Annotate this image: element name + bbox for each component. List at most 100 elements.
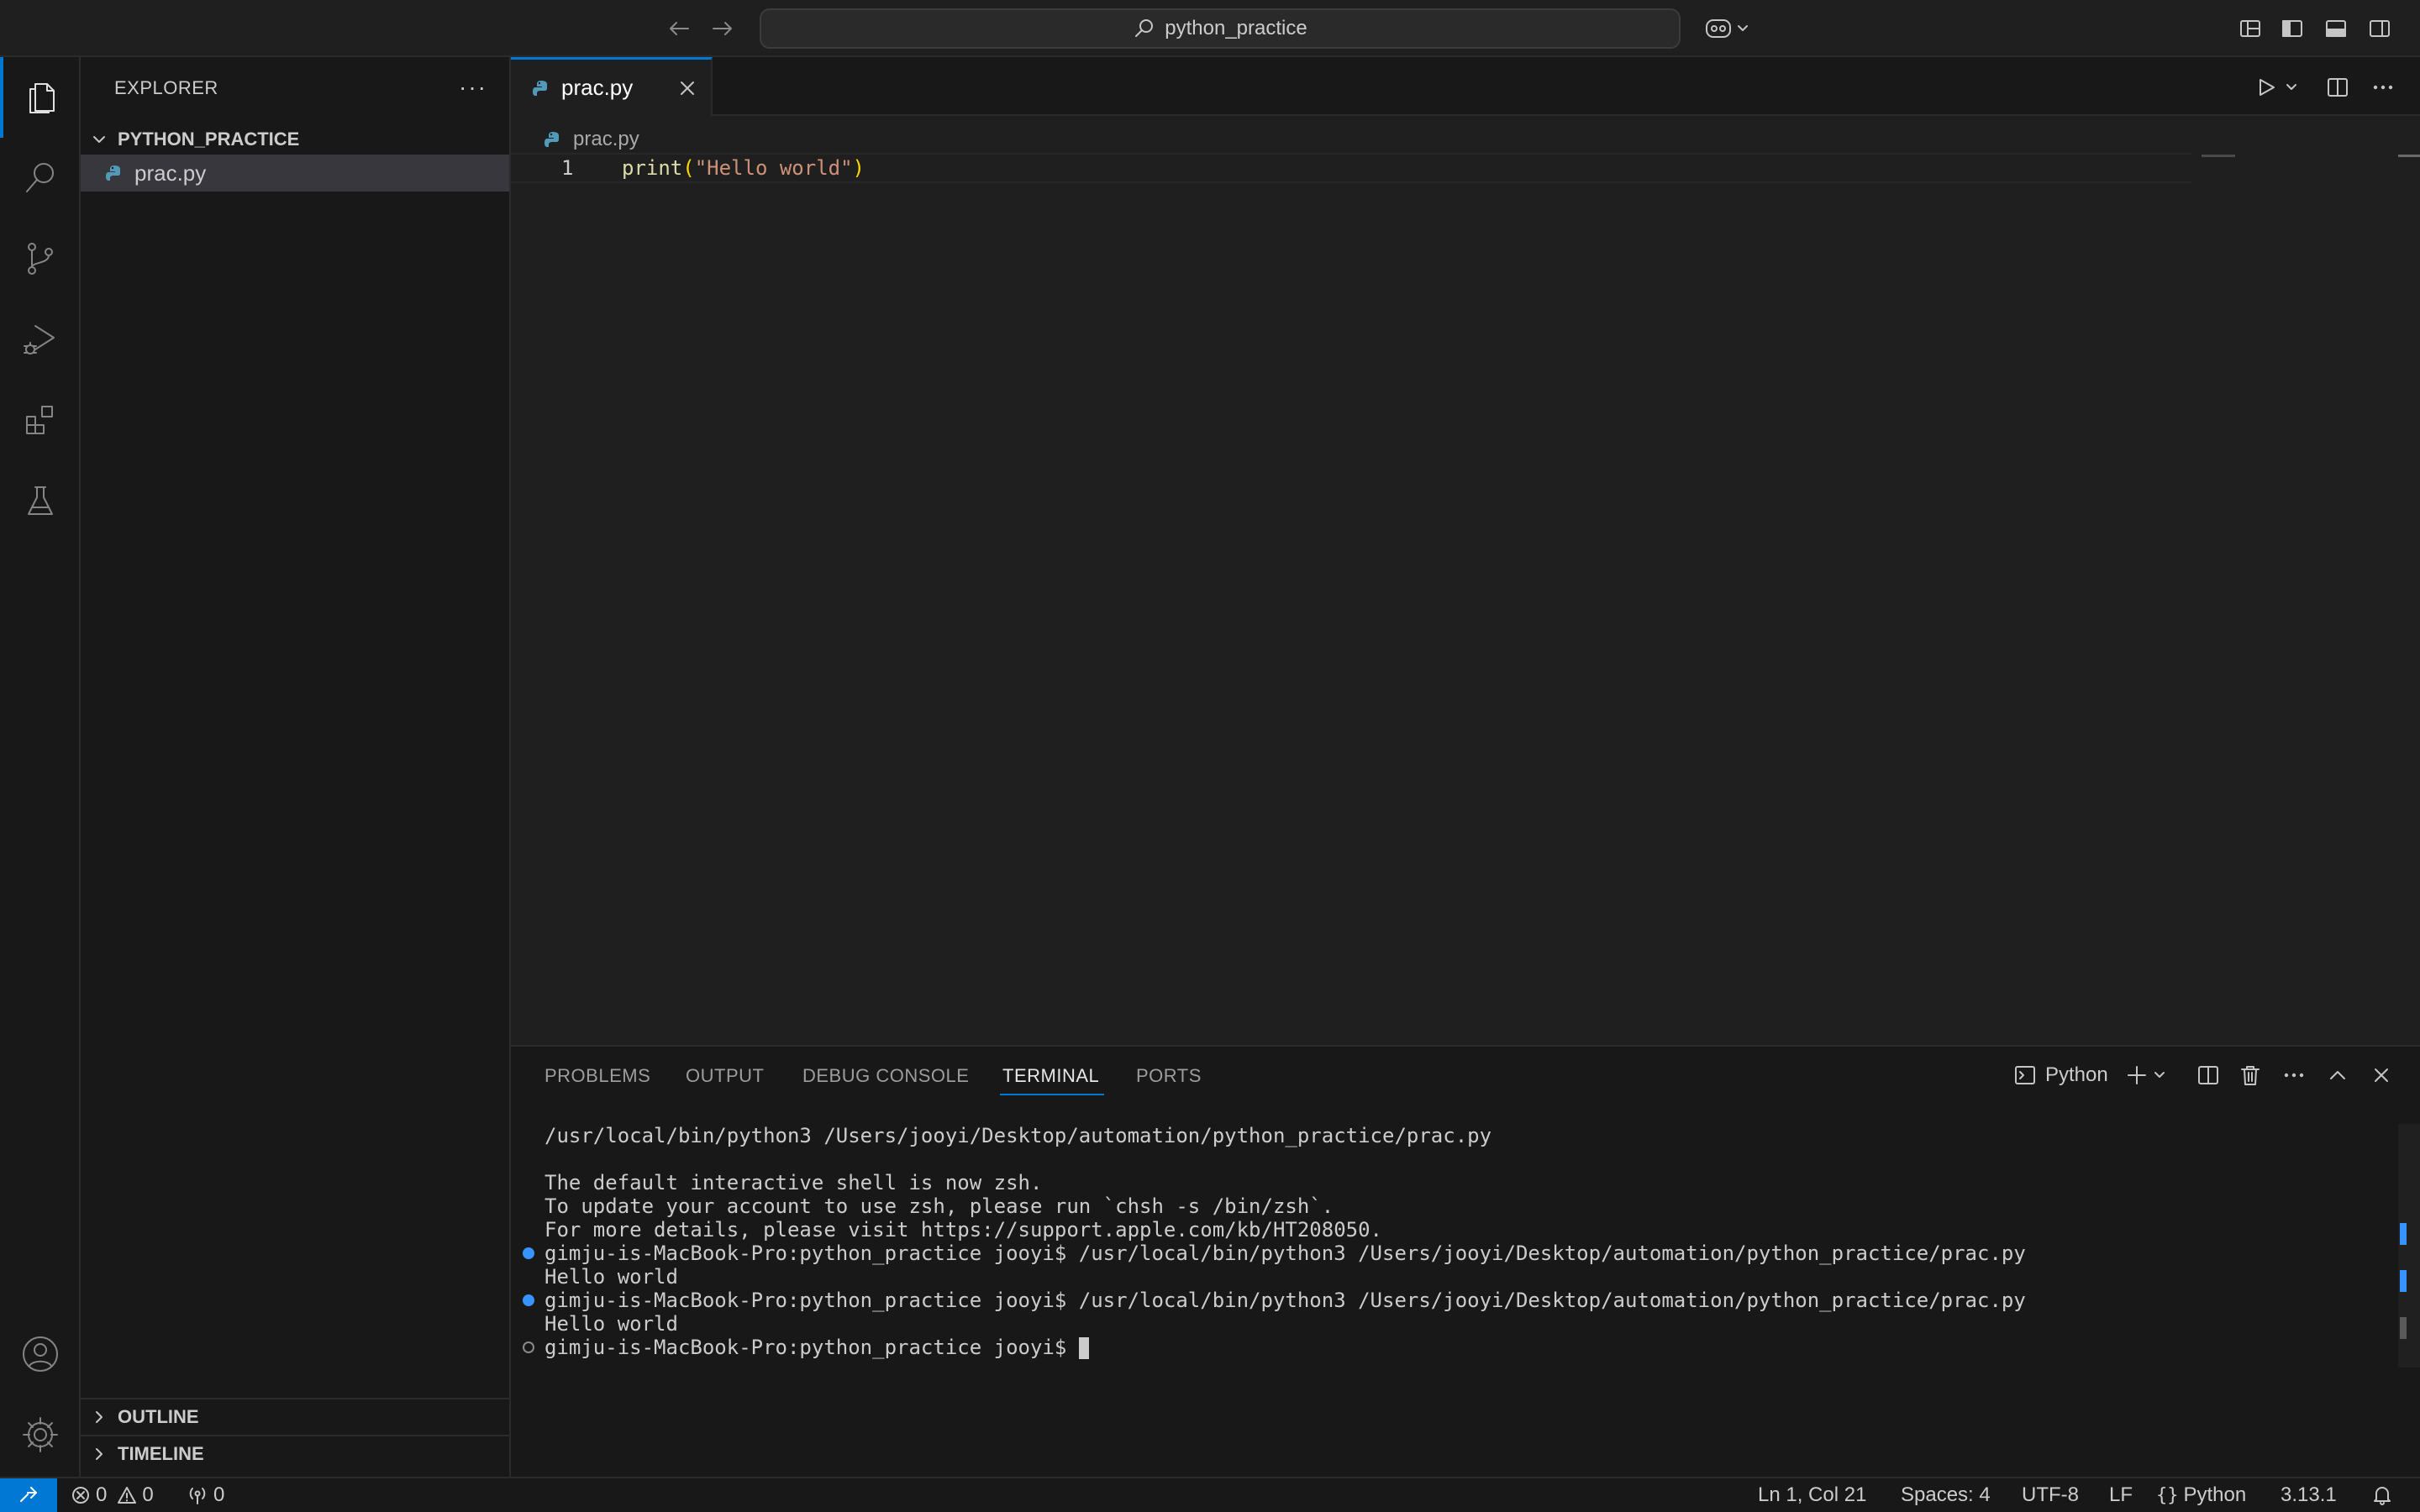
tab-prac-py[interactable]: prac.py bbox=[511, 57, 713, 116]
split-editor-icon[interactable] bbox=[2323, 72, 2353, 102]
language-mode[interactable]: {} Python bbox=[2156, 1483, 2246, 1507]
search-icon bbox=[1135, 19, 1154, 37]
copilot-icon[interactable] bbox=[1701, 13, 1753, 44]
terminal-line: Hello world bbox=[544, 1265, 678, 1289]
ports-status[interactable]: 0 bbox=[187, 1483, 224, 1507]
scroll-marker bbox=[2400, 1270, 2407, 1292]
breadcrumb-file: prac.py bbox=[573, 128, 639, 150]
testing-icon[interactable] bbox=[0, 460, 81, 541]
python-file-icon bbox=[106, 165, 120, 181]
line-number: 1 bbox=[561, 156, 574, 180]
breadcrumb[interactable]: prac.py bbox=[544, 124, 639, 155]
tab-problems[interactable]: PROBLEMS bbox=[544, 1065, 650, 1087]
terminal-line: For more details, please visit https://s… bbox=[544, 1218, 1382, 1242]
code-open-paren: ( bbox=[682, 156, 695, 180]
explorer-icon[interactable] bbox=[0, 57, 81, 138]
command-pending-dot-icon[interactable] bbox=[523, 1341, 534, 1353]
activity-bar bbox=[0, 57, 81, 1477]
folder-python-practice[interactable]: PYTHON_PRACTICE bbox=[81, 121, 509, 158]
ports-count: 0 bbox=[213, 1483, 225, 1506]
scroll-marker bbox=[2400, 1223, 2407, 1245]
editor-area: prac.py prac.py 1 print("Hello world") bbox=[511, 57, 2420, 1045]
editor-tab-bar: prac.py bbox=[511, 57, 2420, 116]
code-line-1[interactable]: 1 print("Hello world") bbox=[511, 153, 2191, 183]
status-bar: 0 0 0 Ln 1, Col 21 Spaces: 4 UTF-8 LF {}… bbox=[0, 1477, 2420, 1512]
folder-label: PYTHON_PRACTICE bbox=[118, 129, 300, 150]
toggle-secondary-sidebar-icon[interactable] bbox=[2365, 13, 2395, 44]
active-tab-indicator bbox=[1000, 1094, 1104, 1095]
extensions-icon[interactable] bbox=[0, 380, 81, 460]
terminal-cursor bbox=[1078, 1337, 1089, 1359]
manage-gear-icon[interactable] bbox=[0, 1394, 81, 1475]
tab-debug-console[interactable]: DEBUG CONSOLE bbox=[802, 1065, 969, 1087]
command-success-dot-icon[interactable] bbox=[523, 1247, 534, 1259]
terminal-line: /usr/local/bin/python3 /Users/jooyi/Desk… bbox=[544, 1124, 1492, 1147]
tab-terminal[interactable]: TERMINAL bbox=[1002, 1065, 1099, 1087]
run-python-file-icon[interactable] bbox=[2252, 72, 2306, 102]
error-icon bbox=[72, 1487, 89, 1504]
file-item-prac-py[interactable]: prac.py bbox=[81, 155, 509, 192]
terminal-profile[interactable]: Python bbox=[2013, 1060, 2108, 1090]
editor-scrollbar[interactable] bbox=[2398, 155, 2420, 157]
split-terminal-icon[interactable] bbox=[2193, 1060, 2223, 1090]
kill-terminal-trash-icon[interactable] bbox=[2235, 1060, 2265, 1090]
terminal-line: The default interactive shell is now zsh… bbox=[544, 1171, 1043, 1194]
toggle-panel-icon[interactable] bbox=[2321, 13, 2351, 44]
timeline-label: TIMELINE bbox=[118, 1443, 204, 1464]
prompt-text: gimju-is-MacBook-Pro:python_practice joo… bbox=[544, 1336, 1079, 1359]
error-count: 0 bbox=[96, 1483, 108, 1506]
terminal-line: gimju-is-MacBook-Pro:python_practice joo… bbox=[544, 1289, 2026, 1312]
language-label: Python bbox=[2183, 1483, 2247, 1506]
title-bar: python_practice bbox=[0, 0, 2420, 57]
command-success-dot-icon[interactable] bbox=[523, 1294, 534, 1306]
warning-count: 0 bbox=[142, 1483, 154, 1506]
broadcast-icon bbox=[189, 1488, 206, 1504]
forward-arrow-icon[interactable] bbox=[708, 13, 738, 44]
outline-label: OUTLINE bbox=[118, 1406, 199, 1427]
tab-ports[interactable]: PORTS bbox=[1136, 1065, 1202, 1087]
code-function: print bbox=[622, 156, 683, 180]
chevron-down-icon bbox=[93, 136, 105, 143]
close-panel-icon[interactable] bbox=[2366, 1060, 2396, 1090]
toggle-primary-sidebar-icon[interactable] bbox=[2277, 13, 2307, 44]
code-string: "Hello world" bbox=[694, 156, 853, 180]
python-file-icon bbox=[544, 132, 559, 147]
file-label: prac.py bbox=[134, 160, 207, 186]
accounts-icon[interactable] bbox=[0, 1314, 81, 1394]
timeline-section[interactable]: TIMELINE bbox=[81, 1435, 509, 1472]
sidebar-title: EXPLORER bbox=[114, 77, 218, 98]
cursor-position[interactable]: Ln 1, Col 21 bbox=[1758, 1483, 1866, 1507]
code-text[interactable]: print("Hello world") bbox=[622, 156, 865, 180]
panel-more-actions-icon[interactable] bbox=[2279, 1060, 2309, 1090]
encoding[interactable]: UTF-8 bbox=[2022, 1483, 2079, 1507]
bottom-panel: PROBLEMS OUTPUT DEBUG CONSOLE TERMINAL P… bbox=[511, 1045, 2420, 1477]
tab-label: prac.py bbox=[561, 75, 634, 100]
remote-indicator-icon[interactable] bbox=[0, 1478, 57, 1512]
search-icon[interactable] bbox=[0, 138, 81, 218]
scroll-marker bbox=[2400, 1317, 2407, 1339]
run-and-debug-icon[interactable] bbox=[0, 299, 81, 380]
terminal-line: Hello world bbox=[544, 1312, 678, 1336]
outline-section[interactable]: OUTLINE bbox=[81, 1398, 509, 1435]
close-tab-icon[interactable] bbox=[676, 76, 699, 100]
source-control-icon[interactable] bbox=[0, 218, 81, 299]
tab-output[interactable]: OUTPUT bbox=[686, 1065, 764, 1087]
terminal-scrollbar[interactable] bbox=[2398, 1124, 2420, 1368]
more-actions-icon[interactable]: ··· bbox=[459, 74, 487, 101]
maximize-panel-chevron-up-icon[interactable] bbox=[2323, 1060, 2353, 1090]
braces-icon: {} bbox=[2156, 1484, 2179, 1506]
chevron-right-icon bbox=[96, 1411, 103, 1423]
end-of-line[interactable]: LF bbox=[2109, 1483, 2133, 1507]
customize-layout-icon[interactable] bbox=[2235, 13, 2265, 44]
back-arrow-icon[interactable] bbox=[664, 13, 694, 44]
editor-more-actions-icon[interactable] bbox=[2368, 72, 2398, 102]
chevron-right-icon bbox=[96, 1448, 103, 1460]
problems-status[interactable]: 0 0 bbox=[71, 1483, 154, 1507]
indentation[interactable]: Spaces: 4 bbox=[1901, 1483, 1991, 1507]
notifications-bell-icon[interactable] bbox=[2371, 1483, 2393, 1507]
minimap[interactable] bbox=[2202, 155, 2235, 157]
python-interpreter[interactable]: 3.13.1 bbox=[2281, 1483, 2337, 1507]
terminal-prompt[interactable]: gimju-is-MacBook-Pro:python_practice joo… bbox=[544, 1336, 1089, 1359]
command-center-search[interactable]: python_practice bbox=[760, 8, 1681, 49]
new-terminal-icon[interactable] bbox=[2124, 1060, 2176, 1090]
